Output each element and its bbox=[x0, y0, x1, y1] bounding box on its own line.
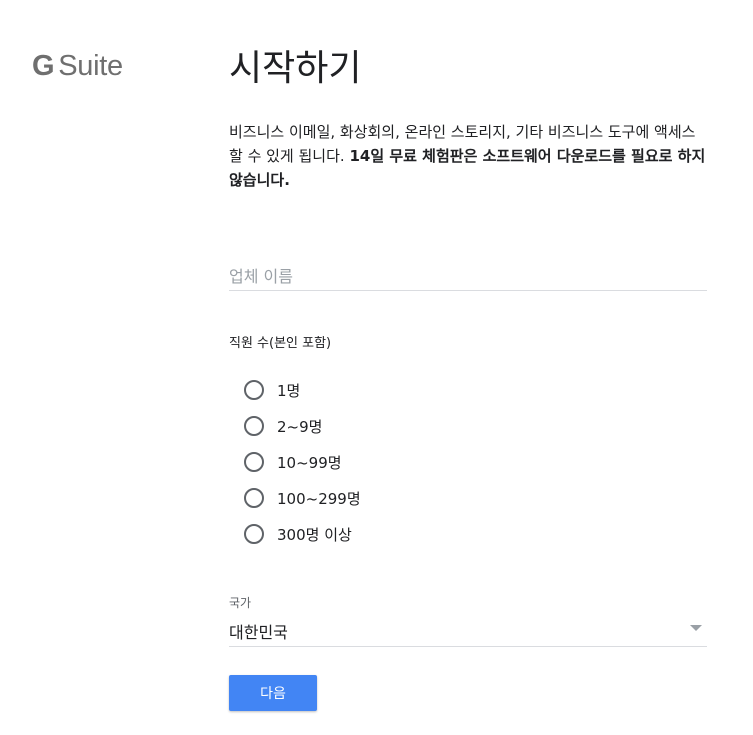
radio-label: 10~99명 bbox=[277, 453, 342, 472]
country-value: 대한민국 bbox=[229, 623, 288, 642]
radio-label: 300명 이상 bbox=[277, 525, 352, 544]
radio-label: 100~299명 bbox=[277, 489, 361, 508]
logo-g: G bbox=[32, 50, 55, 82]
country-select[interactable]: 대한민국 bbox=[229, 615, 707, 647]
radio-icon[interactable] bbox=[244, 380, 264, 400]
country-label: 국가 bbox=[229, 596, 252, 610]
employee-option-2-9[interactable]: 2~9명 bbox=[244, 408, 361, 444]
employee-option-10-99[interactable]: 10~99명 bbox=[244, 444, 361, 480]
radio-icon[interactable] bbox=[244, 416, 264, 436]
employee-option-100-299[interactable]: 100~299명 bbox=[244, 480, 361, 516]
employee-option-1[interactable]: 1명 bbox=[244, 372, 361, 408]
radio-icon[interactable] bbox=[244, 488, 264, 508]
dropdown-arrow-icon[interactable] bbox=[690, 625, 702, 631]
page-title: 시작하기 bbox=[229, 48, 362, 89]
employee-count-radio-group: 1명 2~9명 10~99명 100~299명 300명 이상 bbox=[244, 372, 361, 552]
employee-option-300-plus[interactable]: 300명 이상 bbox=[244, 516, 361, 552]
company-name-input[interactable] bbox=[229, 262, 707, 291]
radio-label: 2~9명 bbox=[277, 417, 323, 436]
employee-count-label: 직원 수(본인 포함) bbox=[229, 336, 332, 351]
radio-icon[interactable] bbox=[244, 452, 264, 472]
logo-suite: Suite bbox=[58, 50, 123, 82]
radio-label: 1명 bbox=[277, 381, 301, 400]
page-description: 비즈니스 이메일, 화상회의, 온라인 스토리지, 기타 비즈니스 도구에 액세… bbox=[229, 120, 707, 192]
radio-icon[interactable] bbox=[244, 524, 264, 544]
next-button[interactable]: 다음 bbox=[229, 675, 317, 711]
gsuite-logo: G Suite bbox=[32, 50, 123, 83]
